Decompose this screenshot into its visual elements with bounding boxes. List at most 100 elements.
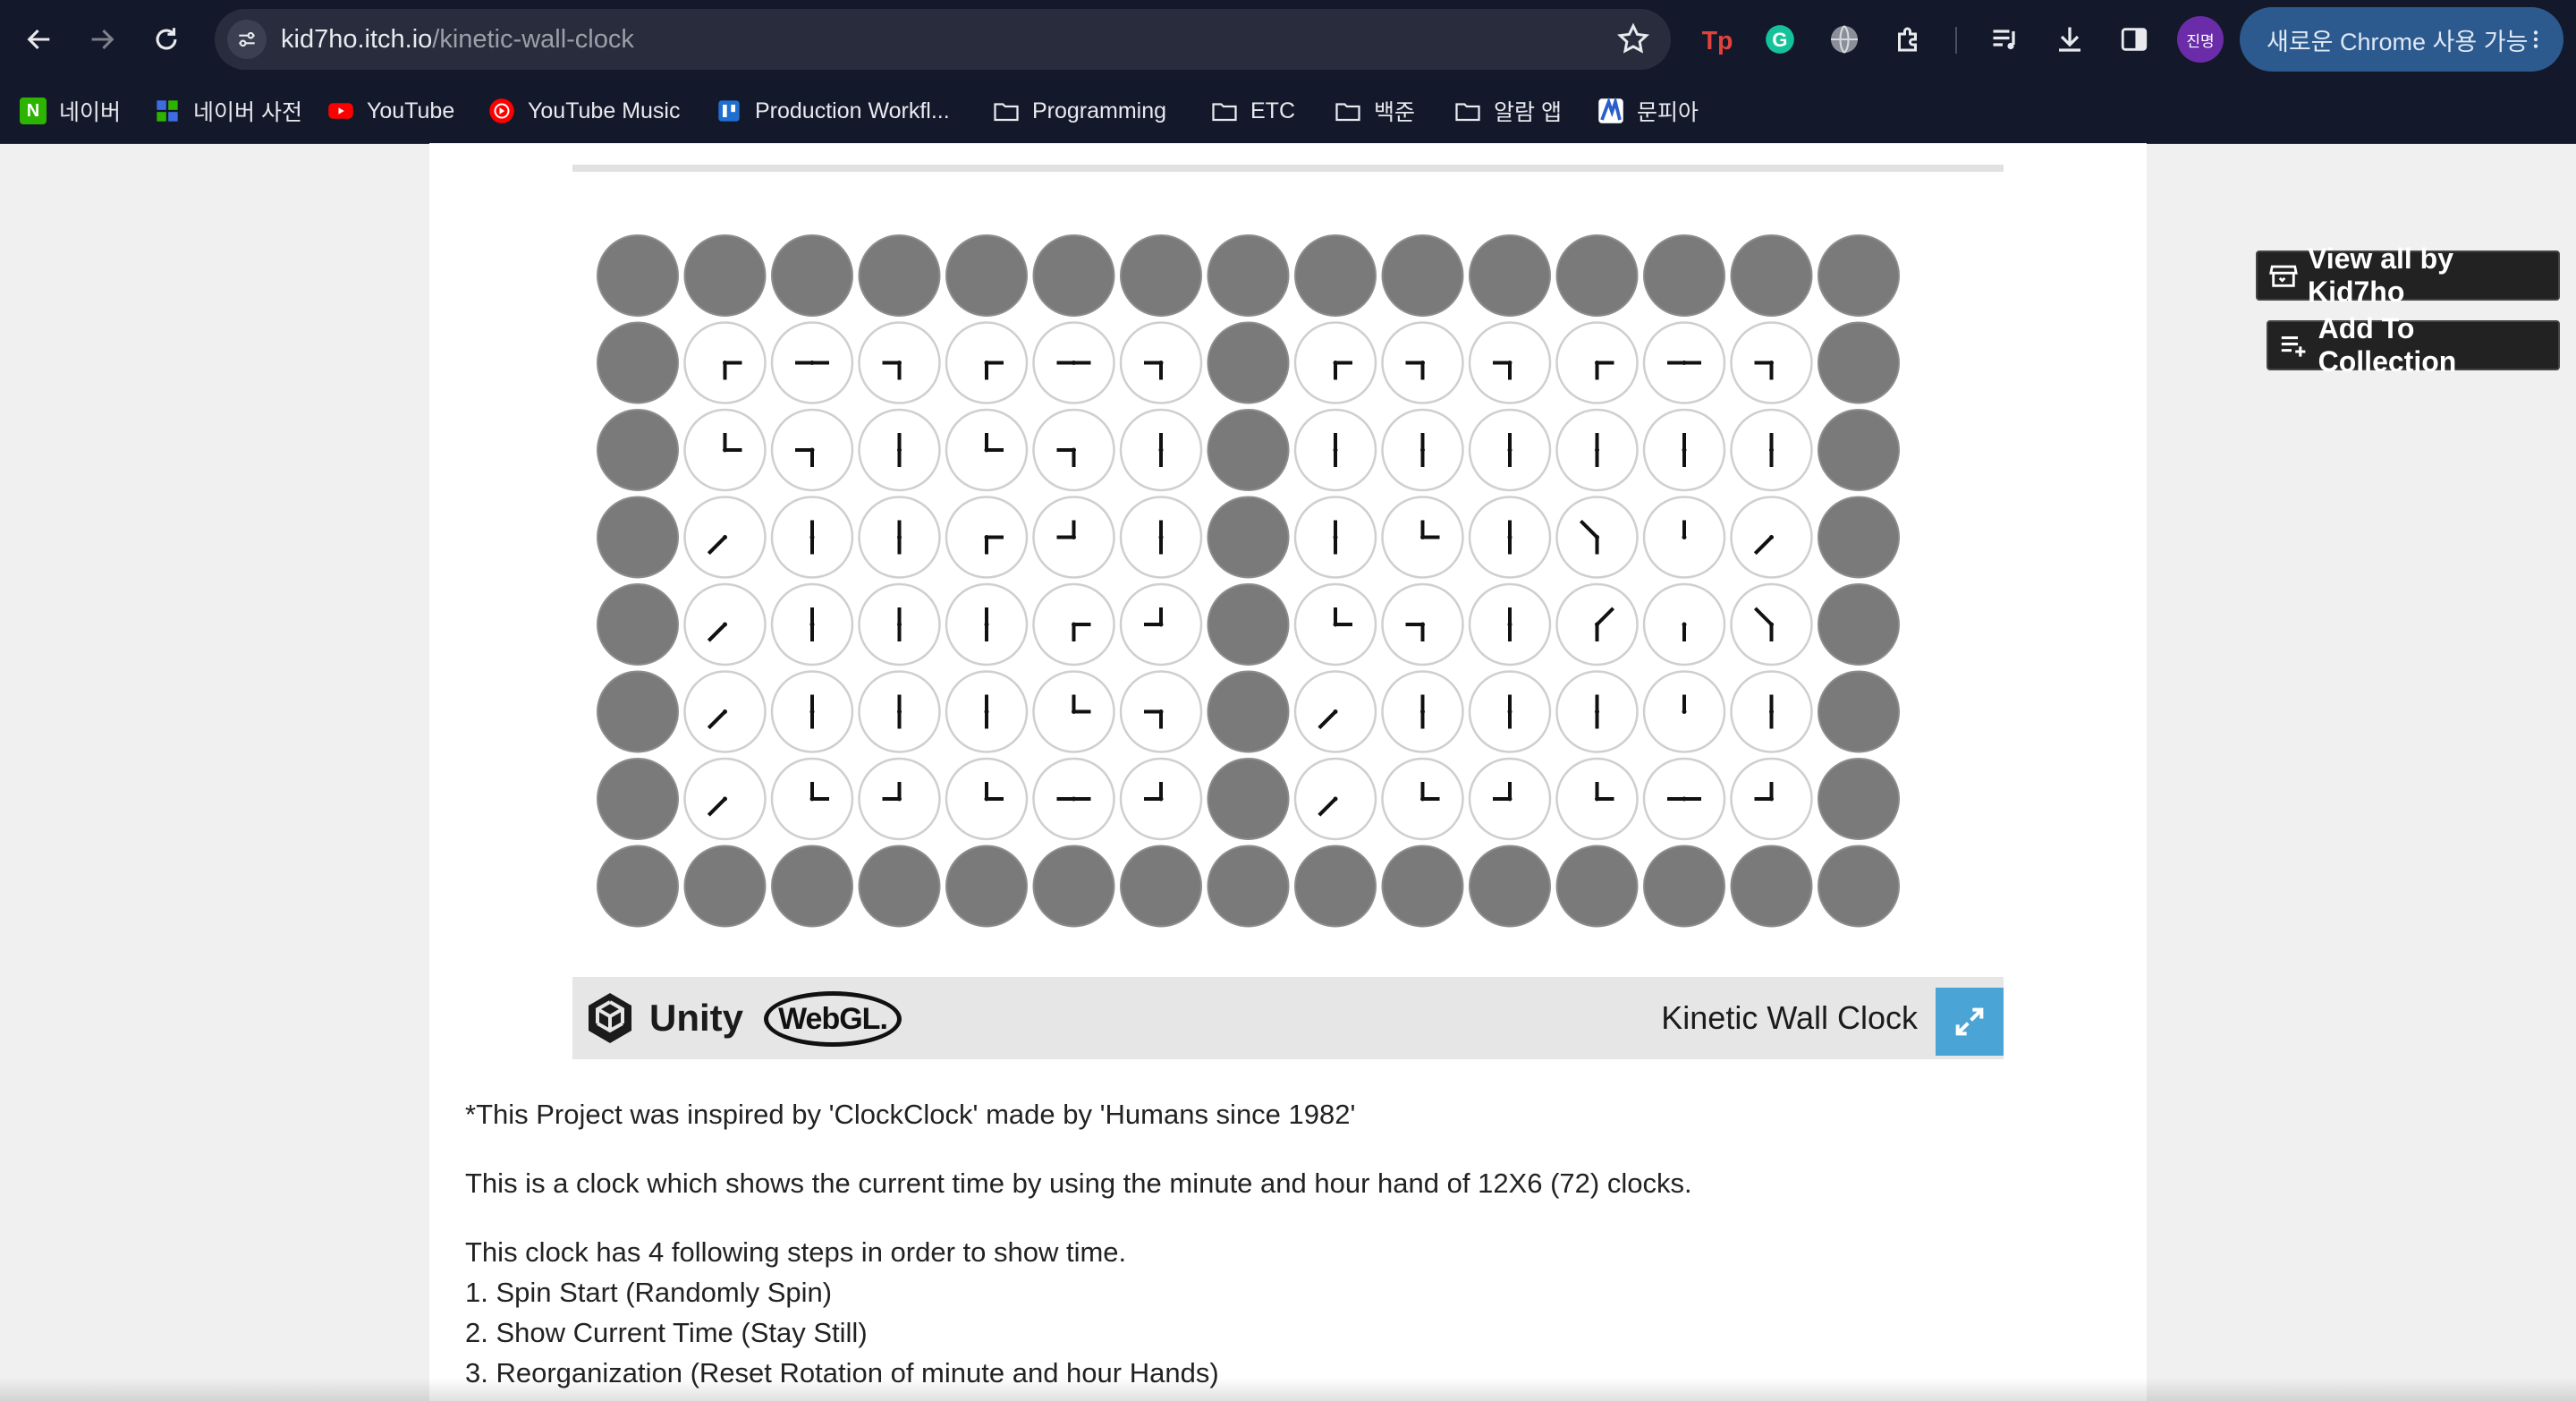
clock-face	[1032, 757, 1115, 841]
fullscreen-button[interactable]	[1936, 988, 2004, 1056]
clock-face	[1381, 321, 1464, 404]
frame-clock-disc	[683, 234, 767, 317]
frame-clock	[1381, 845, 1464, 928]
bookmark-munpia[interactable]: 문피아	[1597, 79, 1699, 143]
clock-pivot	[1682, 535, 1687, 539]
bookmark-folder-programming[interactable]: Programming	[993, 79, 1166, 143]
frame-clock-disc	[1818, 845, 1900, 928]
clock-face	[1381, 408, 1464, 492]
download-icon[interactable]	[2050, 20, 2089, 59]
frame-clock	[945, 234, 1028, 317]
site-info-icon[interactable]	[227, 20, 267, 59]
clock-face	[1293, 757, 1377, 841]
clock-pivot	[897, 622, 902, 627]
clock-face	[1468, 670, 1552, 753]
grammarly-icon[interactable]: G	[1760, 20, 1800, 59]
bookmark-youtube[interactable]: YouTube	[327, 79, 454, 143]
view-all-button[interactable]: View all by Kid7ho	[2256, 242, 2560, 308]
kinetic-clock-canvas[interactable]	[572, 215, 2004, 975]
clock-face	[683, 757, 767, 841]
bookmark-production-workflow[interactable]: Production Workfl...	[716, 79, 950, 143]
folder-icon	[1454, 98, 1481, 124]
frame-clock	[597, 758, 679, 840]
clock-pivot	[1595, 535, 1599, 539]
frame-clock	[597, 496, 679, 579]
clock-face	[945, 582, 1029, 667]
bookmark-youtube-music[interactable]: YouTube Music	[488, 79, 680, 143]
clock-face	[945, 321, 1029, 404]
frame-clock-disc	[1207, 496, 1290, 579]
back-button[interactable]	[13, 13, 66, 66]
frame-clock	[858, 234, 941, 317]
description-summary: This is a clock which shows the current …	[465, 1168, 1692, 1199]
add-to-collection-button[interactable]: Add To Collection	[2267, 312, 2560, 378]
chrome-update-button[interactable]: 새로운 Chrome 사용 가능	[2240, 7, 2563, 72]
unity-webgl-footer: Unity WebGL. Kinetic Wall Clock	[572, 977, 2004, 1059]
profile-avatar[interactable]: 진명	[2177, 16, 2224, 63]
clock-face	[1293, 321, 1377, 404]
clock-pivot	[1595, 447, 1599, 453]
globe-extension-icon[interactable]	[1825, 20, 1864, 59]
tp-extension-icon[interactable]: Tp	[1698, 20, 1737, 59]
bookmark-star-icon[interactable]	[1615, 21, 1651, 57]
clock-pivot	[809, 796, 815, 802]
frame-clock	[597, 234, 679, 317]
forward-button[interactable]	[75, 13, 129, 66]
frame-clock-disc	[597, 321, 679, 404]
clock-face	[1293, 408, 1377, 492]
bookmark-label: YouTube	[367, 98, 455, 123]
clock-pivot	[1333, 447, 1338, 453]
bookmark-folder-etc[interactable]: ETC	[1211, 79, 1295, 143]
bookmark-naver[interactable]: N 네이버	[20, 79, 121, 143]
clock-pivot	[1072, 361, 1076, 365]
clock-pivot	[1158, 447, 1164, 453]
youtube-icon	[327, 98, 354, 124]
frame-clock-disc	[945, 845, 1028, 928]
clock-pivot	[1682, 796, 1687, 802]
unity-wordmark: Unity	[649, 997, 743, 1039]
frame-clock-disc	[1207, 845, 1290, 928]
frame-clock	[1818, 496, 1900, 579]
frame-clock-disc	[1818, 758, 1900, 840]
frame-clock	[597, 670, 679, 753]
clock-face	[1730, 582, 1813, 667]
clock-pivot	[1420, 796, 1425, 802]
clock-face	[1293, 496, 1377, 579]
board-icon	[716, 98, 742, 124]
clock-pivot	[1507, 622, 1513, 627]
bookmark-folder-alarm-app[interactable]: 알람 앱	[1454, 79, 1562, 143]
clock-face	[1032, 582, 1115, 667]
clock-face	[1555, 496, 1639, 579]
clock-face	[945, 757, 1029, 841]
frame-clock-disc	[1207, 321, 1290, 404]
clock-face	[858, 582, 941, 667]
clock-face	[770, 757, 854, 841]
frame-clock-disc	[1818, 409, 1900, 491]
side-panel-icon[interactable]	[2114, 20, 2154, 59]
clock-pivot	[1420, 535, 1425, 539]
frame-clock	[597, 409, 679, 491]
clock-pivot	[723, 447, 727, 453]
clock-face	[1381, 582, 1464, 667]
clock-pivot	[1682, 447, 1687, 453]
clock-pivot	[1595, 709, 1599, 714]
clock-face	[1468, 496, 1552, 579]
clock-pivot	[1769, 535, 1774, 539]
clock-pivot	[984, 622, 989, 627]
clock-face	[770, 670, 854, 753]
itchio-store-icon	[2269, 265, 2298, 287]
frame-clock-disc	[1294, 845, 1377, 928]
game-title: Kinetic Wall Clock	[1661, 999, 1918, 1036]
clock-pivot	[1769, 447, 1774, 453]
frame-clock	[1294, 845, 1377, 928]
clock-pivot	[1333, 361, 1338, 365]
bookmark-folder-baekjoon[interactable]: 백준	[1335, 79, 1415, 143]
bookmark-naver-dict[interactable]: 네이버 사전	[154, 79, 302, 143]
media-queue-icon[interactable]	[1986, 20, 2025, 59]
extensions-puzzle-icon[interactable]	[1889, 20, 1928, 59]
frame-clock	[1555, 845, 1639, 928]
reload-button[interactable]	[140, 13, 193, 66]
frame-clock	[945, 845, 1028, 928]
address-bar[interactable]: kid7ho.itch.io/kinetic-wall-clock	[215, 9, 1671, 70]
clock-face	[1468, 408, 1552, 492]
